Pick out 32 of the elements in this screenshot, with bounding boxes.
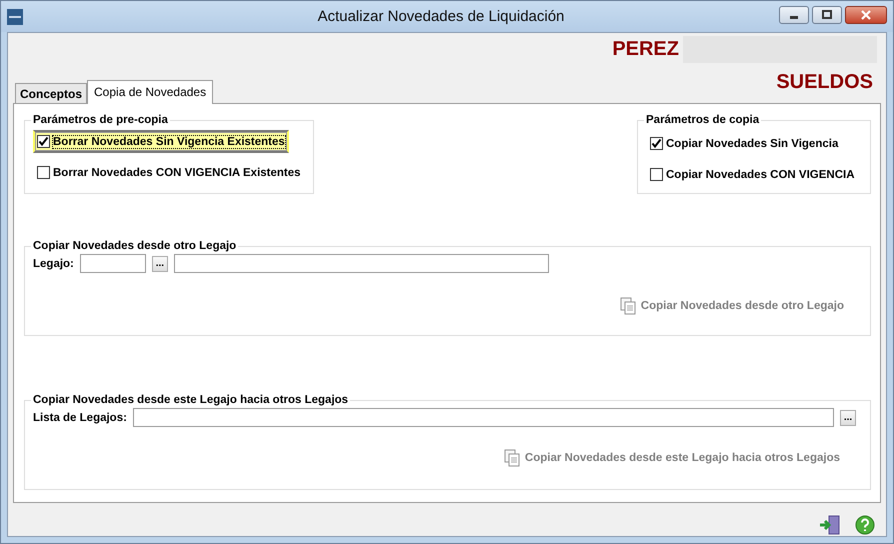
maximize-icon — [822, 10, 832, 20]
checkbox-option[interactable]: Copiar Novedades CON VIGENCIA — [646, 163, 859, 186]
tab[interactable]: Copia de Novedades — [87, 80, 214, 104]
group-title: Copiar Novedades desde otro Legajo — [32, 240, 238, 252]
close-icon — [860, 10, 872, 20]
tab[interactable]: Conceptos — [15, 83, 88, 103]
name-input[interactable] — [174, 254, 549, 273]
documents-icon — [620, 297, 636, 315]
legajo-list-input[interactable] — [132, 408, 834, 427]
checkbox-option[interactable]: Borrar Novedades Sin Vigencia Existentes — [33, 130, 289, 153]
checkbox-option[interactable]: Copiar Novedades Sin Vigencia — [646, 132, 842, 155]
help-icon[interactable] — [855, 515, 875, 535]
group-title: Copiar Novedades desde este Legajo hacia otros Legajos — [32, 394, 350, 406]
legajo-input[interactable] — [80, 254, 146, 273]
check-icon — [38, 136, 49, 147]
maximize-button[interactable] — [812, 6, 842, 24]
module-name: SUELDOS — [776, 71, 873, 94]
window-title: Actualizar Novedades de Liquidación — [316, 8, 566, 25]
checkbox-option[interactable]: Borrar Novedades CON VIGENCIA Existentes — [33, 161, 305, 184]
app-icon — [7, 8, 23, 24]
field-label: Legajo: — [33, 258, 74, 270]
group-title: Parámetros de copia — [645, 114, 760, 126]
browse-button[interactable]: ... — [152, 256, 168, 272]
browse-button[interactable]: ... — [840, 410, 856, 426]
minimize-button[interactable] — [779, 6, 809, 24]
documents-icon — [504, 449, 520, 467]
close-button[interactable] — [845, 6, 887, 24]
employee-name: PEREZ — [612, 38, 679, 60]
field-label: Lista de Legajos: — [33, 412, 127, 424]
check-icon — [651, 138, 662, 149]
exit-door-icon[interactable] — [819, 514, 841, 536]
group-title: Parámetros de pre-copia — [32, 114, 169, 126]
